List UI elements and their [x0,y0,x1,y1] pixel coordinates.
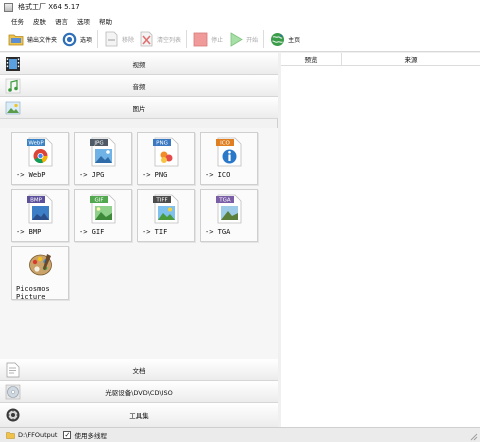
clear-list-x-icon [138,31,154,47]
bmp-file-icon: BMP [27,194,53,224]
output-folder-button[interactable]: 输出文件夹 [8,29,57,49]
clear-list-label: 清空列表 [157,36,182,44]
format-tile-picosmos[interactable]: Picosmos Picture [11,246,69,301]
multithread-checkbox[interactable]: ✓ [63,431,72,439]
menu-options[interactable]: 选项 [77,16,90,26]
menu-language[interactable]: 语言 [55,16,68,26]
format-badge: JPG [93,141,103,147]
format-label: -> WebP [16,171,46,179]
status-bar: D:\FFOutput ✓ 使用多线程 [0,427,480,442]
format-tile-jpg[interactable]: JPG -> JPG [74,132,132,185]
output-folder-label: 输出文件夹 [27,36,58,44]
app-window: 格式工厂 X64 5.17 任务 皮肤 语言 选项 帮助 输出文件夹 选项 移除 [0,0,480,442]
format-label: -> BMP [16,228,42,236]
resize-grip-icon[interactable] [468,431,478,441]
menu-bar: 任务 皮肤 语言 选项 帮助 [0,14,480,27]
format-tile-ico[interactable]: ICO -> ICO [200,132,258,185]
column-header-preview[interactable]: 预览 [281,53,342,66]
column-source-label: 来源 [404,56,418,64]
tiff-file-icon: TIFF [153,194,179,224]
multithread-label: 使用多线程 [74,432,107,440]
format-tile-gif[interactable]: GIF -> GIF [74,189,132,242]
toolbar-separator [97,30,99,48]
play-icon [227,31,243,47]
format-badge: WebP [28,141,44,147]
category-document[interactable]: 文档 [0,359,278,381]
toolbar: 输出文件夹 选项 移除 清空列表 停止 开始 主页 [0,27,480,52]
toolbar-separator [186,30,188,48]
category-video-label: 视频 [132,60,146,69]
conversion-panel: 视频 音频 图片 WebP -> WebP JPG -> JPG PNG -> … [0,53,278,427]
options-label: 选项 [80,36,93,44]
format-label: -> JPG [79,171,105,179]
menu-task[interactable]: 任务 [11,16,24,26]
format-badge: PNG [156,141,168,147]
start-label: 开始 [246,36,259,44]
format-label: -> ICO [205,171,231,179]
home-button[interactable]: 主页 [269,29,300,49]
clear-list-button[interactable]: 清空列表 [138,29,181,49]
category-optical-label: 光驱设备\DVD\CD\ISO [105,388,173,397]
gif-file-icon: GIF [90,194,116,224]
format-tile-tif[interactable]: TIFF -> TIF [137,189,195,242]
category-audio-label: 音频 [132,82,146,91]
category-image-label: 图片 [132,104,146,113]
format-label: -> GIF [79,228,105,236]
picosmos-palette-icon [29,254,52,276]
format-label: -> PNG [142,171,168,179]
category-tools-label: 工具集 [129,412,149,420]
task-list-panel: 预览 来源 [281,53,480,427]
format-label: -> TGA [205,228,231,236]
stop-icon [192,31,208,47]
window-title: 格式工厂 X64 5.17 [18,3,80,11]
category-audio[interactable]: 音频 [0,75,278,97]
format-label: -> TIF [142,228,168,236]
folder-icon [8,31,24,47]
output-path[interactable]: D:\FFOutput [18,431,57,439]
options-gear-icon [61,31,77,47]
menu-skin[interactable]: 皮肤 [33,16,46,26]
format-badge: BMP [30,198,43,204]
stop-label: 停止 [211,36,224,44]
format-tile-png[interactable]: PNG -> PNG [137,132,195,185]
tga-file-icon: TGA [216,194,242,224]
home-label: 主页 [288,36,301,44]
globe-icon [269,31,285,47]
category-image[interactable]: 图片 [0,97,278,119]
format-tile-bmp[interactable]: BMP -> BMP [11,189,69,242]
category-document-label: 文档 [132,366,146,375]
ico-file-icon: ICO [216,137,242,167]
stop-button[interactable]: 停止 [192,29,223,49]
format-badge: ICO [220,141,230,147]
png-file-icon: PNG [153,137,179,167]
menu-help[interactable]: 帮助 [99,16,112,26]
category-tools[interactable]: 工具集 [0,403,278,427]
remove-label: 移除 [122,36,135,44]
format-tile-webp[interactable]: WebP -> WebP [11,132,69,185]
format-badge: TGA [218,198,231,204]
category-video[interactable]: 视频 [0,53,278,75]
format-badge: GIF [94,198,103,204]
format-tile-tga[interactable]: TGA -> TGA [200,189,258,242]
title-bar: 格式工厂 X64 5.17 [0,0,480,14]
options-button[interactable]: 选项 [61,29,92,49]
remove-document-icon [103,31,119,47]
column-header-source[interactable]: 来源 [342,53,480,66]
format-label: Picosmos Picture [16,285,50,301]
start-button[interactable]: 开始 [227,29,258,49]
toolbar-separator [263,30,265,48]
app-logo-icon [4,2,13,12]
jpg-file-icon: JPG [90,137,116,167]
output-folder-small-icon [6,431,15,439]
category-optical-drive[interactable]: 光驱设备\DVD\CD\ISO [0,381,278,403]
format-badge: TIFF [155,198,167,204]
remove-button[interactable]: 移除 [103,29,134,49]
webp-file-icon: WebP [27,137,53,167]
column-preview-label: 预览 [304,56,318,64]
